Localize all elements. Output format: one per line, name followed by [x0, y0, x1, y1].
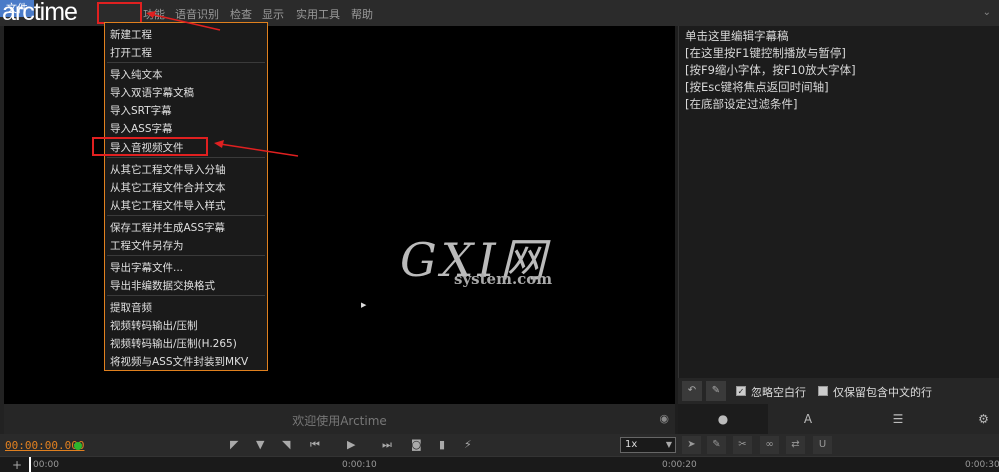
subtitle-editor[interactable]: 单击这里编辑字幕稿 [在这里按F1键控制播放与暂停] [按F9缩小字体，按F10… [678, 26, 999, 378]
speed-select[interactable]: 1x ▼ [620, 437, 676, 453]
tab-text-icon[interactable]: A [768, 404, 848, 434]
subtitle-line: [按F9缩小字体，按F10放大字体] [685, 63, 856, 77]
menu-item-export-subtitle[interactable]: 导出字幕文件... [110, 260, 183, 275]
menu-item-save-generate-ass[interactable]: 保存工程并生成ASS字幕 [110, 220, 225, 235]
ignore-empty-label: 忽略空白行 [751, 386, 806, 399]
status-dot-icon [74, 442, 82, 450]
tab-comment-icon[interactable]: ● [678, 404, 768, 434]
ruler-tick-label: 0:00:20 [662, 460, 697, 470]
submenu-arrow-icon: ▶ [361, 301, 367, 309]
menu-item-import-srt[interactable]: 导入SRT字幕 [110, 103, 172, 118]
ignore-empty-checkbox[interactable]: ✓ [736, 386, 746, 396]
menu-separator [107, 62, 265, 63]
edit-icon[interactable]: ✎ [706, 381, 726, 401]
annotation-box-file [97, 2, 142, 24]
panel-tabs: ● A ☰ ⚙ [678, 404, 999, 434]
menu-separator [107, 157, 265, 158]
edit-tool-icon[interactable]: ✎ [707, 436, 726, 454]
watermark: GXI网 system.com [400, 224, 553, 290]
camera-icon[interactable]: ◙ [411, 438, 422, 451]
menu-item-merge-text[interactable]: 从其它工程文件合并文本 [110, 180, 226, 195]
bookmark-icon[interactable]: ▮ [439, 438, 445, 451]
subtitle-line: [按Esc键将焦点返回时间轴] [685, 80, 829, 94]
pointer-icon[interactable]: ➤ [682, 436, 701, 454]
play-icon[interactable]: ▶ [347, 438, 355, 451]
menu-speech-recognition[interactable]: 语音识别 [175, 6, 219, 22]
mark-out-icon[interactable]: ◥ [282, 438, 290, 451]
file-menu-dropdown: 新建工程 打开工程 导入纯文本 导入双语字幕文稿 导入SRT字幕 导入ASS字幕… [104, 22, 366, 371]
menu-item-open-project[interactable]: 打开工程 [110, 45, 152, 60]
menu-check[interactable]: 检查 [230, 6, 252, 22]
tab-list-icon[interactable]: ☰ [848, 404, 948, 434]
chevron-down-icon: ▼ [665, 440, 672, 449]
magnet-icon[interactable]: U [813, 436, 832, 454]
menu-item-extract-audio[interactable]: 提取音频 [110, 300, 152, 315]
tab-settings-icon[interactable]: ⚙ [968, 404, 999, 434]
undo-icon[interactable]: ↶ [682, 381, 702, 401]
welcome-bar: 欢迎使用Arctime ◉ [4, 404, 675, 434]
menu-item-import-bilingual[interactable]: 导入双语字幕文稿 [110, 85, 194, 100]
subtitle-line: [在底部设定过滤条件] [685, 97, 798, 111]
mark-down-icon[interactable]: ▼ [256, 438, 264, 451]
menu-item-transcode-h265[interactable]: 视频转码输出/压制(H.265) [110, 336, 237, 351]
menu-separator [107, 215, 265, 216]
collapse-icon[interactable]: ⌄ [983, 7, 991, 18]
timeline-toolbar: 00:00:00.000 ◤ ▼ ◥ ⏮ ▶ ⏭ ◙ ▮ ⚡ 1x ▼ ➤ ✎ … [0, 434, 999, 456]
menu-function[interactable]: 功能 [143, 6, 165, 22]
swap-icon[interactable]: ⇄ [786, 436, 805, 454]
speed-value: 1x [625, 439, 638, 450]
menu-help[interactable]: 帮助 [351, 6, 373, 22]
link-icon[interactable]: ∞ [760, 436, 779, 454]
previous-icon[interactable]: ⏮ [310, 438, 320, 452]
ruler-tick-label: 0:00:10 [342, 460, 377, 470]
menu-display[interactable]: 显示 [262, 6, 284, 22]
menu-item-export-nle[interactable]: 导出非编数据交换格式 [110, 278, 215, 293]
ruler-tick-label: 00:00 [33, 460, 59, 470]
eye-icon[interactable]: ◉ [659, 412, 669, 425]
menu-separator [107, 295, 265, 296]
timeline-ruler[interactable]: + 00:00 0:00:10 0:00:20 0:00:30 [0, 456, 999, 472]
mark-in-icon[interactable]: ◤ [230, 438, 238, 451]
subtitle-line: [在这里按F1键控制播放与暂停] [685, 46, 846, 60]
subtitle-line: 单击这里编辑字幕稿 [685, 29, 789, 43]
annotation-box-import-media [92, 137, 208, 156]
menu-item-transcode[interactable]: 视频转码输出/压制 [110, 318, 198, 333]
playhead[interactable] [29, 457, 31, 472]
ruler-tick-label: 0:00:30 [965, 460, 999, 470]
menu-item-import-style[interactable]: 从其它工程文件导入样式 [110, 198, 226, 213]
menu-item-import-text[interactable]: 导入纯文本 [110, 67, 163, 82]
menu-utilities[interactable]: 实用工具 [296, 6, 340, 22]
menu-item-import-timing[interactable]: 从其它工程文件导入分轴 [110, 162, 226, 177]
chinese-only-label: 仅保留包含中文的行 [833, 386, 932, 399]
menu-item-mux-mkv[interactable]: 将视频与ASS文件封装到MKV [110, 354, 248, 369]
magic-wand-icon[interactable]: ⚡ [464, 438, 472, 451]
app-logo: arctime [2, 0, 78, 26]
menu-item-new-project[interactable]: 新建工程 [110, 27, 152, 42]
watermark-site: system.com [454, 270, 553, 288]
check-icon: ✓ [737, 387, 745, 396]
menu-separator [107, 255, 265, 256]
timecode[interactable]: 00:00:00.000 [5, 439, 84, 452]
next-icon[interactable]: ⏭ [382, 438, 392, 452]
welcome-text: 欢迎使用Arctime [292, 414, 387, 428]
filter-row: ↶ ✎ ✓ 忽略空白行 仅保留包含中文的行 [678, 378, 999, 404]
add-track-icon[interactable]: + [12, 458, 22, 472]
chinese-only-checkbox[interactable] [818, 386, 828, 396]
menu-item-save-as[interactable]: 工程文件另存为 [110, 238, 184, 253]
menu-item-import-ass[interactable]: 导入ASS字幕 [110, 121, 173, 136]
scissors-icon[interactable]: ✂ [733, 436, 752, 454]
